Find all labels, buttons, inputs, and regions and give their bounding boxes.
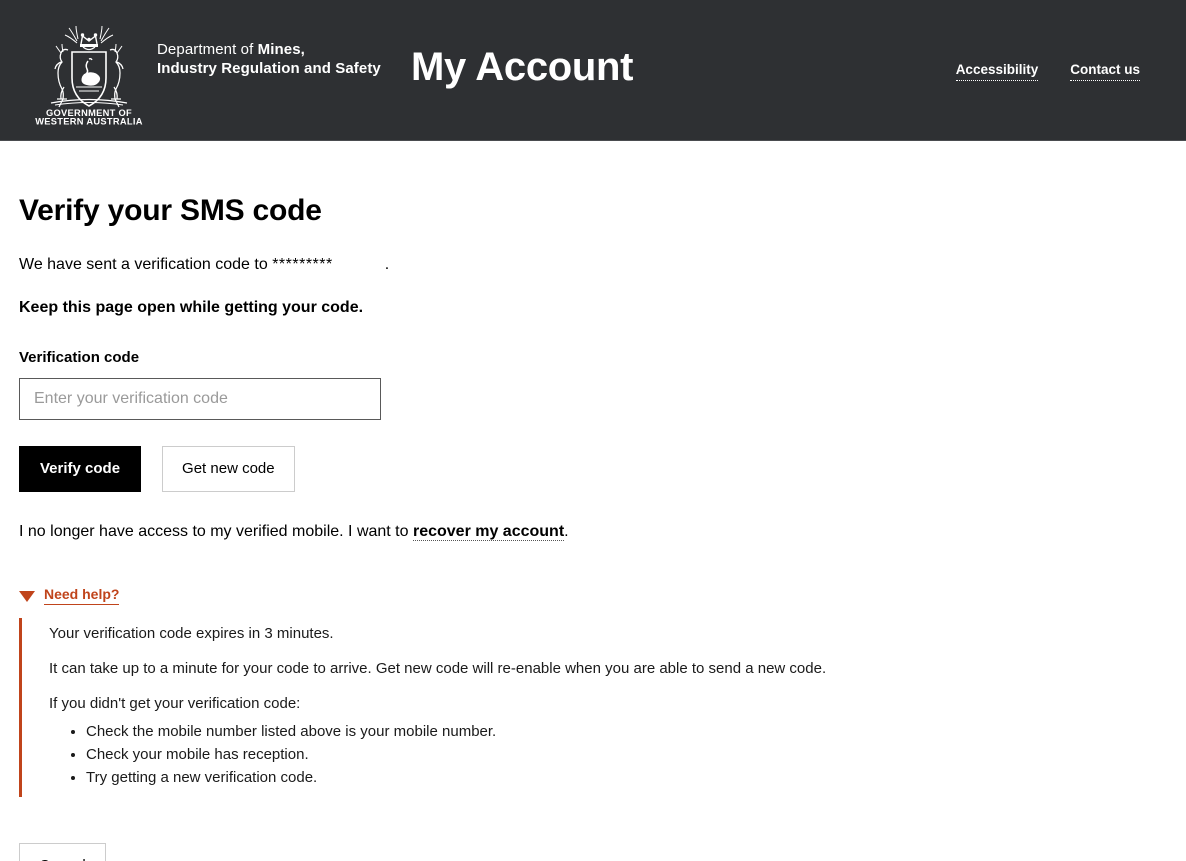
triangle-down-icon: [19, 590, 35, 602]
recover-prefix: I no longer have access to my verified m…: [19, 523, 413, 540]
sent-code-suffix: .: [384, 256, 390, 273]
form-actions: Verify code Get new code: [19, 446, 1167, 492]
department-bold: Mines,: [257, 41, 305, 58]
sent-code-prefix: We have sent a verification code to: [19, 256, 273, 273]
site-header: GOVERNMENT OF WESTERN AUSTRALIA Departme…: [0, 0, 1186, 141]
accessibility-link[interactable]: Accessibility: [955, 62, 1039, 81]
list-item: Try getting a new verification code.: [86, 766, 1167, 789]
brand-lockup: GOVERNMENT OF WESTERN AUSTRALIA Departme…: [0, 0, 381, 125]
department-prefix: Department of: [157, 41, 258, 58]
recover-account-message: I no longer have access to my verified m…: [19, 492, 1167, 543]
verification-code-input[interactable]: [19, 378, 381, 420]
masked-mobile-number: *********: [272, 256, 333, 273]
recover-my-account-link[interactable]: recover my account: [412, 523, 565, 541]
sent-code-message: We have sent a verification code to ****…: [19, 229, 1167, 276]
help-bullet-list: Check the mobile number listed above is …: [49, 720, 1167, 789]
keep-page-open-notice: Keep this page open while getting your c…: [19, 299, 364, 316]
list-item: Check the mobile number listed above is …: [86, 720, 1167, 743]
crest-caption-line2: WESTERN AUSTRALIA: [35, 117, 143, 126]
cancel-row: Cancel: [19, 843, 1167, 861]
list-item: Check your mobile has reception.: [86, 743, 1167, 766]
get-new-code-button[interactable]: Get new code: [162, 446, 295, 492]
need-help-panel: Your verification code expires in 3 minu…: [19, 618, 1167, 797]
header-nav: Accessibility Contact us: [955, 62, 1140, 81]
contact-us-link[interactable]: Contact us: [1070, 62, 1140, 81]
main-content: Verify your SMS code We have sent a veri…: [0, 141, 1186, 861]
department-name: Department of Mines, Industry Regulation…: [157, 17, 381, 78]
help-paragraph-delay: It can take up to a minute for your code…: [49, 660, 827, 677]
need-help-toggle[interactable]: Need help?: [19, 585, 120, 605]
verify-code-button[interactable]: Verify code: [19, 446, 142, 492]
app-title: My Account: [411, 45, 634, 89]
cancel-button[interactable]: Cancel: [19, 843, 106, 861]
recover-suffix: .: [564, 523, 569, 540]
department-line-1: Department of Mines,: [157, 40, 381, 59]
page-title: Verify your SMS code: [19, 194, 322, 227]
help-paragraph-troubleshoot-intro: If you didn't get your verification code…: [49, 695, 301, 712]
need-help-label: Need help?: [44, 585, 120, 605]
help-paragraph-expiry: Your verification code expires in 3 minu…: [49, 625, 334, 642]
wa-coat-of-arms-icon: GOVERNMENT OF WESTERN AUSTRALIA: [33, 17, 145, 125]
verification-code-label: Verification code: [19, 349, 140, 366]
department-line-2: Industry Regulation and Safety: [157, 60, 381, 77]
